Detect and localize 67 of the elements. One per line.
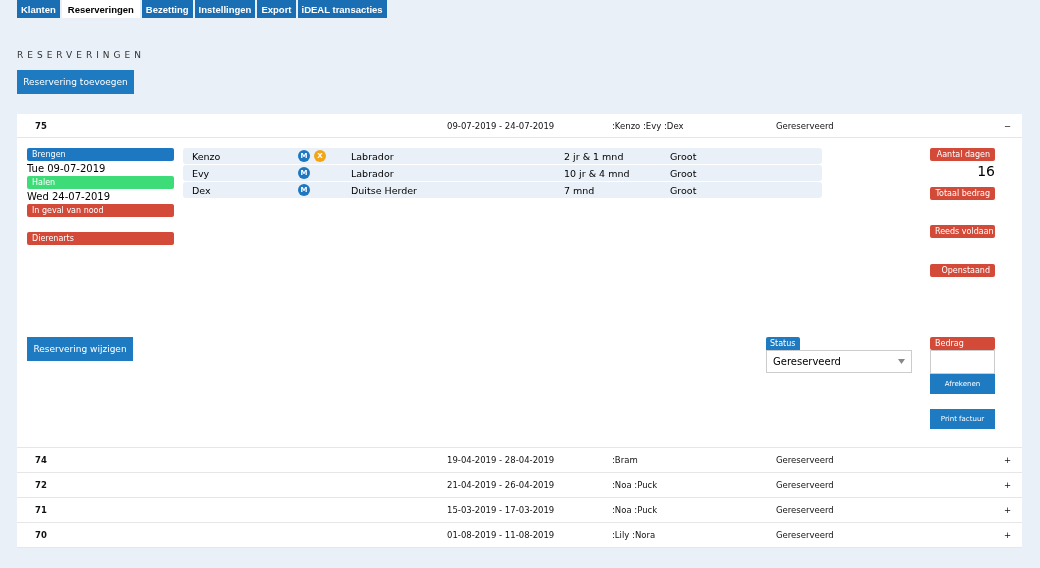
reservation-id: 74 [35, 455, 48, 465]
animal-breed: Labrador [351, 150, 395, 162]
page-heading: RESERVERINGEN [17, 50, 146, 60]
reservation-dates: 09-07-2019 - 24-07-2019 [447, 120, 556, 131]
reservation-dates: 01-08-2019 - 11-08-2019 [447, 530, 556, 540]
nav-tab[interactable]: Export [257, 0, 296, 18]
animal-name: Kenzo [192, 150, 222, 162]
animal-size: Groot [670, 167, 698, 179]
schedule-label: Dierenarts [27, 232, 174, 245]
total-label: Totaal bedrag [930, 186, 995, 200]
reservation-pets: :Noa :Puck [612, 480, 659, 490]
reservation-status: Gereserveerd [776, 505, 835, 515]
reservation-dates: 15-03-2019 - 17-03-2019 [447, 505, 556, 515]
reservation-row[interactable]: 71 15-03-2019 - 17-03-2019 :Noa :Puck Gereserveerd + [17, 498, 1022, 523]
nav-tab[interactable]: Reserveringen [61, 0, 140, 18]
reservation-status: Gereserveerd [776, 120, 835, 131]
amount-field[interactable] [930, 350, 995, 374]
reservation-id: 72 [35, 480, 48, 490]
status-label: Status [766, 337, 800, 350]
reservation-pets: :Kenzo :Evy :Dex [612, 120, 685, 131]
schedule-date: Wed 24-07-2019 [27, 190, 112, 204]
reservation-pets: :Lily :Nora [612, 530, 657, 540]
reservation-pets: :Noa :Puck [612, 505, 659, 515]
schedule-label: In geval van nood [27, 204, 174, 217]
toggle-symbol[interactable]: + [1004, 530, 1022, 540]
schedule-label: Halen [27, 176, 174, 189]
animal-size: Groot [670, 150, 698, 162]
reservation-id: 75 [35, 120, 48, 131]
total-label: Aantal dagen [930, 148, 995, 161]
reservation-id: 70 [35, 530, 48, 540]
add-reservation-button[interactable]: Reservering toevoegen [17, 70, 134, 94]
reservation-id: 71 [35, 505, 48, 515]
reservation-row[interactable]: 72 21-04-2019 - 26-04-2019 :Noa :Puck Gereserveerd + [17, 473, 1022, 498]
nav-tab[interactable]: Instellingen [194, 0, 256, 18]
reservation-status: Gereserveerd [776, 455, 835, 465]
toggle-symbol[interactable]: − [1004, 120, 1022, 131]
animal-age: 2 jr & 1 mnd [564, 150, 625, 162]
reservation-row[interactable]: 70 01-08-2019 - 11-08-2019 :Lily :Nora Gereserveerd + [17, 523, 1022, 548]
animal-breed: Labrador [351, 167, 395, 179]
reservation-status: Gereserveerd [776, 480, 835, 490]
amount-label: Bedrag [930, 337, 995, 350]
toggle-symbol[interactable]: + [1004, 505, 1022, 515]
animal-name: Dex [192, 184, 212, 196]
reservation-pets: :Bram [612, 455, 639, 465]
nav-tab[interactable]: Bezetting [141, 0, 193, 18]
edit-reservation-button[interactable]: Reservering wijzigen [27, 337, 133, 361]
toggle-symbol[interactable]: + [1004, 480, 1022, 490]
schedule-date: Tue 09-07-2019 [27, 162, 107, 176]
animal-breed: Duitse Herder [351, 184, 419, 196]
schedule-label: Brengen [27, 148, 174, 161]
reservation-dates: 21-04-2019 - 26-04-2019 [447, 480, 556, 490]
nav-tab[interactable]: iDEAL transacties [297, 0, 387, 18]
reservation-row[interactable]: 75 09-07-2019 - 24-07-2019 :Kenzo :Evy :Dex Gereserveerd − [17, 114, 1022, 138]
animal-age: 10 jr & 4 mnd [564, 167, 631, 179]
animal-name: Evy [192, 167, 211, 179]
animal-age: 7 mnd [564, 184, 596, 196]
total-label: Openstaand [930, 263, 995, 277]
caret-icon [898, 359, 905, 364]
animal-size: Groot [670, 184, 698, 196]
total-value: 16 [976, 163, 995, 179]
total-label: Reeds voldaan [930, 225, 995, 238]
reservation-dates: 19-04-2019 - 28-04-2019 [447, 455, 556, 465]
reservation-row[interactable]: 74 19-04-2019 - 28-04-2019 :Bram Gereserveerd + [17, 448, 1022, 473]
reservation-status: Gereserveerd [776, 530, 835, 540]
nav-tab[interactable]: Klanten [17, 0, 60, 18]
toggle-symbol[interactable]: + [1004, 455, 1022, 465]
status-select[interactable]: Gereserveerd [766, 350, 912, 373]
